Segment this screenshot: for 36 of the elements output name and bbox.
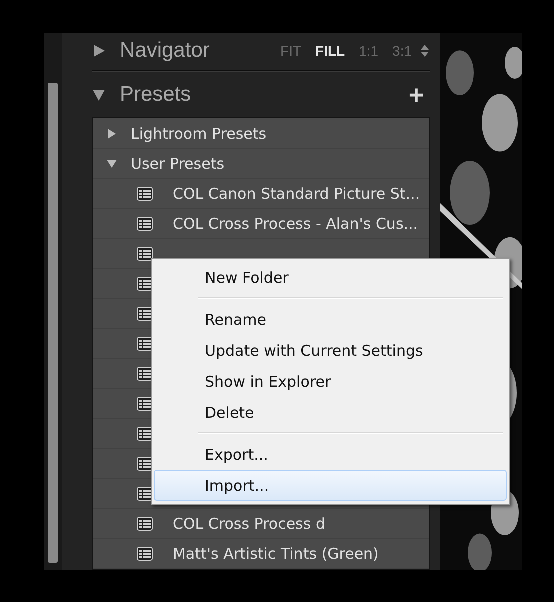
preset-icon bbox=[136, 306, 153, 320]
preset-icon bbox=[136, 366, 153, 380]
preset-name[interactable]: Matt's Artistic Tints (Green) bbox=[172, 544, 379, 562]
preset-icon bbox=[136, 276, 153, 290]
menu-item[interactable]: Show in Explorer bbox=[154, 366, 507, 397]
preset-icon bbox=[136, 426, 153, 440]
stepper-icon[interactable] bbox=[420, 44, 430, 58]
preset-name[interactable]: COL Canon Standard Picture St... bbox=[172, 184, 420, 202]
preset-name[interactable]: COL Cross Process d bbox=[172, 514, 326, 532]
preset-icon bbox=[136, 546, 153, 560]
preset-icon bbox=[136, 186, 153, 200]
menu-item[interactable]: Update with Current Settings bbox=[154, 335, 507, 366]
folder-name[interactable]: Lightroom Presets bbox=[130, 124, 267, 142]
preset-icon bbox=[136, 516, 153, 530]
preset-icon bbox=[136, 486, 153, 500]
expanded-triangle-icon[interactable] bbox=[92, 88, 106, 102]
add-button[interactable]: + bbox=[408, 82, 424, 108]
scrollbar[interactable] bbox=[48, 83, 58, 563]
menu-item[interactable]: Export... bbox=[154, 439, 507, 470]
expanded-triangle-icon[interactable] bbox=[106, 158, 117, 168]
menu-item[interactable]: Import... bbox=[154, 470, 507, 501]
panel-title[interactable]: Navigator bbox=[120, 39, 267, 64]
menu-item[interactable]: Rename bbox=[154, 304, 507, 335]
collapsed-triangle-icon[interactable] bbox=[106, 128, 117, 138]
folder-name[interactable]: User Presets bbox=[130, 154, 225, 172]
preset-name[interactable]: COL Cross Process - Alan's Cus... bbox=[172, 214, 418, 232]
zoom-option[interactable]: FILL bbox=[316, 43, 346, 60]
collapsed-triangle-icon[interactable] bbox=[92, 44, 106, 58]
menu-item[interactable]: Delete bbox=[154, 397, 507, 428]
preset-icon bbox=[136, 396, 153, 410]
preset-icon bbox=[136, 456, 153, 470]
preset-icon bbox=[136, 246, 153, 260]
preset-icon bbox=[136, 336, 153, 350]
menu-item[interactable]: New Folder bbox=[154, 262, 507, 293]
panel-title[interactable]: Presets bbox=[120, 82, 409, 107]
preset-icon bbox=[136, 216, 153, 230]
